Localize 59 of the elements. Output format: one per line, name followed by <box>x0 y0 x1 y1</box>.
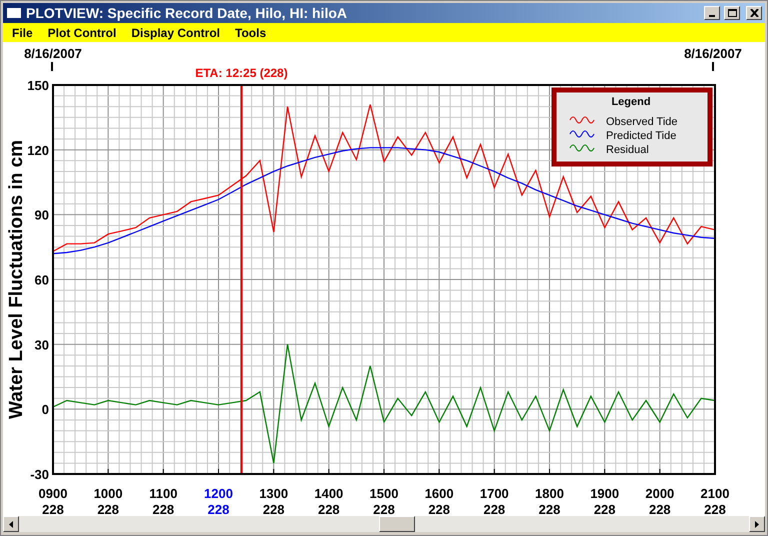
x-tick-label: 1100 <box>149 486 178 501</box>
legend-label: Predicted Tide <box>606 130 676 142</box>
day-label: 228 <box>538 502 560 516</box>
day-label: 228 <box>594 502 616 516</box>
x-tick-label: 2100 <box>700 486 730 501</box>
y-tick-label: 120 <box>27 142 49 158</box>
start-date-label: 8/16/2007 <box>24 46 82 61</box>
day-label: 228 <box>262 502 285 516</box>
window-icon <box>6 7 22 19</box>
x-tick-label: 2000 <box>645 486 674 501</box>
start-tick-mark <box>51 62 53 71</box>
y-tick-label: 150 <box>27 78 49 93</box>
menu-item[interactable]: File <box>12 24 33 42</box>
menu-item[interactable]: Tools <box>235 24 266 42</box>
x-tick-label: 1200 <box>204 486 233 501</box>
y-tick-label: 0 <box>42 402 49 418</box>
right-arrow-icon <box>755 520 759 528</box>
y-tick-label: 30 <box>34 337 49 352</box>
x-tick-label: 1000 <box>94 486 123 501</box>
end-tick-mark <box>712 62 714 71</box>
day-label: 228 <box>97 502 120 516</box>
maximize-button[interactable] <box>724 6 740 20</box>
menu-item[interactable]: Display Control <box>131 24 220 42</box>
day-label: 228 <box>42 502 64 516</box>
close-button[interactable] <box>746 6 762 20</box>
y-tick-label: 60 <box>34 272 49 288</box>
y-axis-title: Water Level Fluctuations in cm <box>6 140 27 420</box>
close-icon <box>750 9 758 17</box>
minimize-button[interactable] <box>704 6 720 20</box>
day-label: 228 <box>318 502 340 516</box>
x-tick-label: 1300 <box>259 486 288 501</box>
menu-item[interactable]: Plot Control <box>48 24 116 42</box>
x-tick-label: 1400 <box>314 486 344 501</box>
x-tick-label: 0900 <box>38 486 68 501</box>
day-label: 228 <box>208 502 230 516</box>
x-tick-label: 1500 <box>370 486 398 501</box>
legend-label: Residual <box>606 144 649 156</box>
day-label: 228 <box>428 502 450 516</box>
day-label: 228 <box>483 502 506 516</box>
window-title: PLOTVIEW: Specific Record Date, Hilo, HI: hiloA <box>26 4 348 23</box>
y-tick-label: -30 <box>30 467 49 482</box>
y-tick-label: 90 <box>34 208 49 223</box>
scroll-thumb[interactable] <box>379 516 415 532</box>
end-date-label: 8/16/2007 <box>684 46 742 61</box>
scroll-left-button[interactable] <box>3 516 19 532</box>
x-tick-label: 1600 <box>424 486 454 501</box>
day-label: 228 <box>648 502 671 516</box>
eta-label: ETA: 12:25 (228) <box>195 66 288 80</box>
day-label: 228 <box>373 502 395 516</box>
day-label: 228 <box>152 502 174 516</box>
x-tick-label: 1900 <box>590 486 620 501</box>
legend-label: Observed Tide <box>606 116 678 128</box>
left-arrow-icon <box>9 520 13 528</box>
day-label: 228 <box>704 502 726 516</box>
horizontal-scrollbar[interactable] <box>3 516 765 532</box>
scroll-right-button[interactable] <box>749 516 765 532</box>
legend-title: Legend <box>611 96 651 108</box>
x-tick-label: 1800 <box>535 486 564 501</box>
x-tick-label: 1700 <box>480 486 509 501</box>
